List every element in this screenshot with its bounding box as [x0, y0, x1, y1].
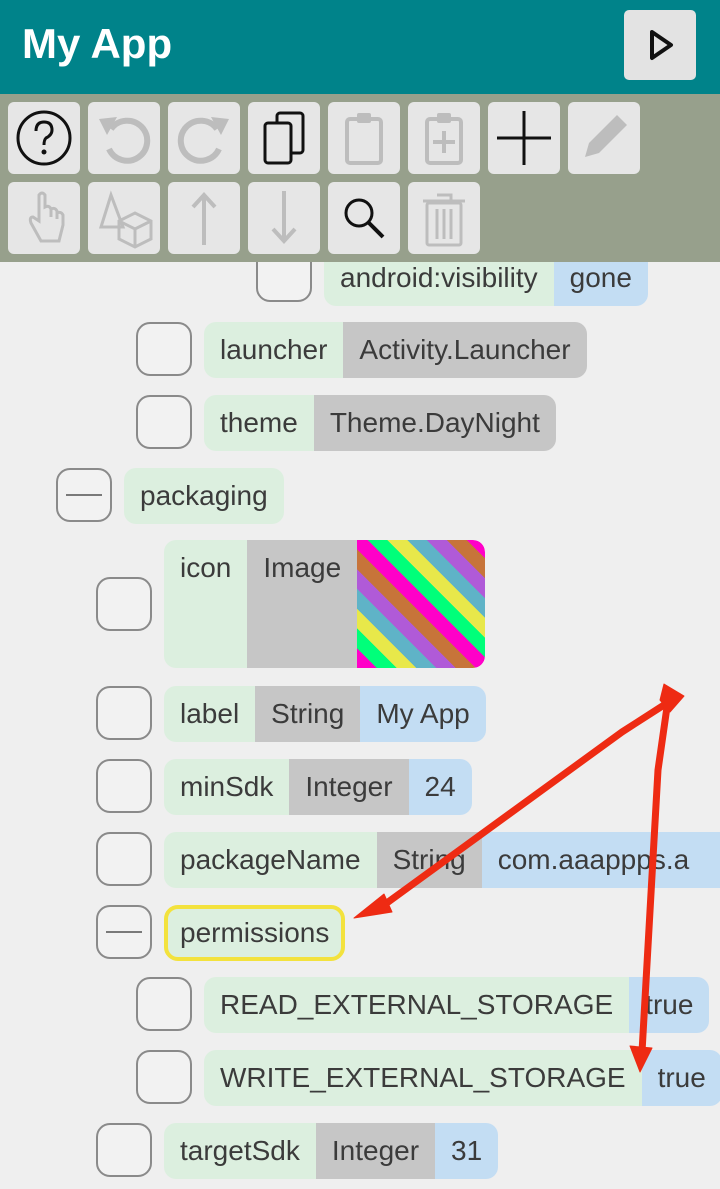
- shapes-icon: [98, 190, 153, 249]
- search-button[interactable]: [328, 182, 400, 254]
- node-value: My App: [360, 686, 486, 742]
- move-down-icon: [271, 191, 297, 244]
- play-icon: [650, 30, 673, 60]
- node-checkbox-visibility[interactable]: [256, 262, 312, 302]
- node-type: String: [255, 686, 361, 742]
- node-checkbox-icon[interactable]: [96, 577, 152, 631]
- property-tree: android:visibility gone launcher Activit…: [0, 262, 720, 1189]
- undo-icon: [99, 117, 151, 164]
- image-preview: [357, 540, 486, 668]
- node-key: theme: [204, 395, 314, 451]
- node-value: 24: [408, 759, 472, 815]
- app-bar: My App: [0, 0, 720, 94]
- edit-button[interactable]: [568, 102, 640, 174]
- node-key: targetSdk: [164, 1123, 316, 1179]
- node-key: icon: [164, 540, 248, 668]
- pointer-button[interactable]: [8, 182, 80, 254]
- node-key: READ_EXTERNAL_STORAGE: [204, 977, 630, 1033]
- node-launcher[interactable]: launcher Activity.Launcher: [204, 322, 587, 378]
- node-key: minSdk: [164, 759, 290, 815]
- app-title: My App: [22, 20, 173, 67]
- node-checkbox-theme[interactable]: [136, 395, 192, 449]
- node-checkbox-write-storage[interactable]: [136, 1050, 192, 1104]
- node-checkbox-label[interactable]: [96, 686, 152, 740]
- node-visibility[interactable]: android:visibility gone: [324, 262, 648, 306]
- node-key: packageName: [164, 832, 377, 888]
- move-up-icon: [191, 192, 217, 245]
- move-down-button[interactable]: [248, 182, 320, 254]
- copy-button[interactable]: [248, 102, 320, 174]
- delete-button[interactable]: [408, 182, 480, 254]
- node-theme[interactable]: theme Theme.DayNight: [204, 395, 556, 451]
- add-icon: [497, 111, 551, 165]
- node-type: Theme.DayNight: [313, 395, 556, 451]
- copy-icon: [263, 111, 305, 165]
- node-type: Integer: [315, 1123, 436, 1179]
- node-key: packaging: [124, 468, 284, 524]
- node-value: gone: [553, 262, 648, 306]
- add-button[interactable]: [488, 102, 560, 174]
- node-value: true: [629, 977, 710, 1033]
- node-permissions[interactable]: permissions: [164, 905, 346, 961]
- node-checkbox-launcher[interactable]: [136, 322, 192, 376]
- node-key: permissions: [164, 905, 346, 961]
- pointer-icon: [28, 191, 65, 243]
- node-write-storage[interactable]: WRITE_EXTERNAL_STORAGE true: [204, 1050, 720, 1106]
- paste-button[interactable]: [328, 102, 400, 174]
- toolbar: [0, 94, 720, 262]
- node-checkbox-packagename[interactable]: [96, 832, 152, 886]
- node-value: 31: [435, 1123, 499, 1179]
- undo-button[interactable]: [88, 102, 160, 174]
- redo-icon: [177, 117, 229, 164]
- paste-add-icon: [425, 113, 463, 165]
- redo-button[interactable]: [168, 102, 240, 174]
- node-key: label: [164, 686, 256, 742]
- node-label[interactable]: label String My App: [164, 686, 486, 742]
- node-key: android:visibility: [324, 262, 554, 306]
- run-button[interactable]: [624, 10, 696, 80]
- node-packaging[interactable]: packaging: [124, 468, 284, 524]
- collapse-permissions-button[interactable]: [96, 905, 152, 959]
- node-key: WRITE_EXTERNAL_STORAGE: [204, 1050, 642, 1106]
- move-up-button[interactable]: [168, 182, 240, 254]
- node-packagename[interactable]: packageName String com.aaappps.a: [164, 832, 720, 888]
- paste-add-button[interactable]: [408, 102, 480, 174]
- node-type: String: [376, 832, 482, 888]
- node-type: Integer: [289, 759, 409, 815]
- node-type: Activity.Launcher: [343, 322, 587, 378]
- delete-icon: [423, 193, 465, 247]
- edit-icon: [585, 115, 627, 157]
- shapes-button[interactable]: [88, 182, 160, 254]
- node-minsdk[interactable]: minSdk Integer 24: [164, 759, 472, 815]
- node-checkbox-targetsdk[interactable]: [96, 1123, 152, 1177]
- node-value: com.aaappps.a: [481, 832, 720, 888]
- node-checkbox-read-storage[interactable]: [136, 977, 192, 1031]
- node-checkbox-minsdk[interactable]: [96, 759, 152, 813]
- search-icon: [344, 198, 385, 239]
- node-icon[interactable]: icon Image: [164, 540, 486, 668]
- node-key: launcher: [204, 322, 344, 378]
- node-type: Image: [247, 540, 358, 668]
- node-read-storage[interactable]: READ_EXTERNAL_STORAGE true: [204, 977, 710, 1033]
- help-icon: [16, 110, 72, 166]
- node-value: true: [641, 1050, 720, 1106]
- node-targetsdk[interactable]: targetSdk Integer 31: [164, 1123, 499, 1179]
- paste-icon: [345, 113, 383, 165]
- collapse-packaging-button[interactable]: [56, 468, 112, 522]
- help-button[interactable]: [8, 102, 80, 174]
